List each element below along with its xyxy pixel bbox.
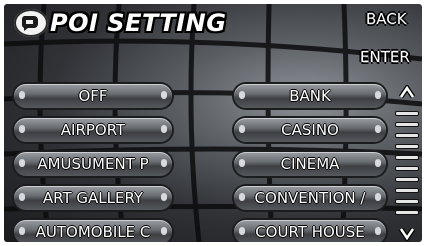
poi-option-airport[interactable]: AIRPORT (14, 118, 172, 142)
poi-option-court-house[interactable]: COURT HOUSE (234, 220, 386, 242)
chevron-up-icon[interactable] (398, 80, 416, 104)
poi-option-art-gallery[interactable]: ART GALLERY (14, 186, 172, 210)
scroll-tick (396, 112, 418, 115)
scroll-tick (396, 189, 418, 192)
header: POI SETTING (14, 9, 226, 37)
enter-button[interactable]: ENTER (360, 48, 410, 66)
scroll-tick (396, 123, 418, 126)
page-title: POI SETTING (50, 9, 227, 37)
scroll-tick (396, 200, 418, 203)
scroll-tick (396, 211, 418, 214)
poi-option-cinema[interactable]: CINEMA (234, 152, 386, 176)
poi-option-off[interactable]: OFF (14, 84, 172, 108)
scroll-tick (396, 178, 418, 181)
poi-badge-icon (14, 9, 48, 37)
poi-option-convention[interactable]: CONVENTION / (234, 186, 386, 210)
scroll-tick (396, 134, 418, 137)
scroll-tick (396, 145, 418, 148)
poi-option-casino[interactable]: CASINO (234, 118, 386, 142)
chevron-down-icon[interactable] (398, 222, 416, 242)
scroll-tick (396, 167, 418, 170)
scroll-tick (396, 156, 418, 159)
back-button[interactable]: BACK (366, 10, 407, 28)
scrollbar[interactable] (396, 112, 418, 220)
poi-option-automobile-club[interactable]: AUTOMOBILE C (14, 220, 172, 242)
poi-option-bank[interactable]: BANK (234, 84, 386, 108)
poi-setting-screen: POI SETTING BACK ENTER OFF AIRPORT AMUSU… (4, 4, 422, 242)
poi-option-amusement-park[interactable]: AMUSUMENT P (14, 152, 172, 176)
